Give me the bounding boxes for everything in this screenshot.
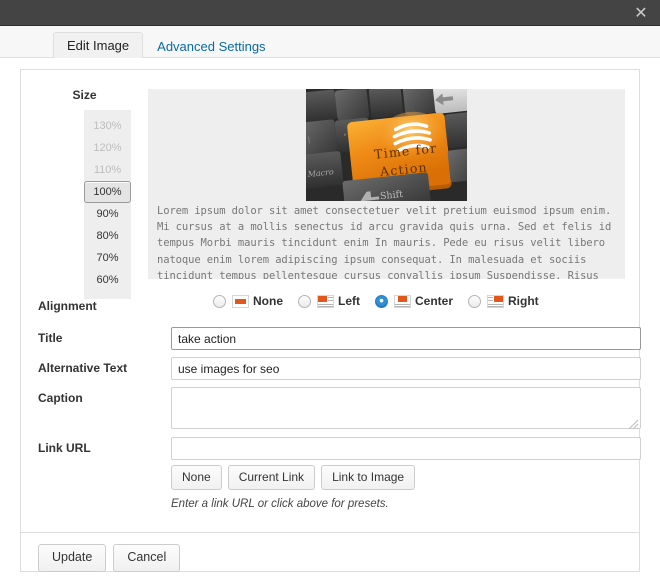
alignment-option-left-label: Left (338, 294, 360, 308)
alignment-option-none-label: None (253, 294, 283, 308)
size-option-100[interactable]: 100% (84, 181, 131, 203)
image-preview-pane: | " Macro Time for Action Shift Lorem ip… (148, 89, 625, 279)
alignment-option-right[interactable]: Right (468, 294, 539, 308)
title-input[interactable] (171, 327, 641, 350)
update-button[interactable]: Update (38, 544, 107, 572)
tab-strip: Edit Image Advanced Settings (0, 26, 660, 62)
preview-body-text: Lorem ipsum dolor sit amet consectetuer … (157, 205, 612, 279)
align-center-icon (394, 294, 411, 308)
radio-left[interactable] (298, 294, 311, 308)
link-preset-link-to-image-button[interactable]: Link to Image (321, 465, 416, 490)
cancel-button[interactable]: Cancel (113, 544, 181, 572)
alt-text-label: Alternative Text (38, 361, 128, 375)
link-preset-current-link-button[interactable]: Current Link (227, 465, 316, 490)
alignment-option-none[interactable]: None (213, 294, 283, 308)
caption-label: Caption (38, 391, 83, 405)
alignment-row: Alignment None Left Center Right (21, 294, 639, 321)
footer-actions: Update Cancel (38, 544, 187, 572)
keyboard-image[interactable]: | " Macro Time for Action Shift (306, 89, 467, 201)
edit-image-modal: ✕ Edit Image Advanced Settings Size 130%… (0, 0, 660, 587)
alignment-option-center[interactable]: Center (375, 294, 453, 308)
size-option-110: 110% (93, 164, 122, 176)
link-preset-none-button[interactable]: None (171, 465, 222, 490)
alignment-option-left[interactable]: Left (298, 294, 360, 308)
preview-row: Size 130% 120% 110% 100% 90% 80% 70% 60% (21, 70, 639, 299)
link-preset-buttons: None Current Link Link to Image (171, 465, 421, 490)
alignment-option-right-label: Right (508, 294, 539, 308)
modal-titlebar: ✕ (0, 0, 660, 26)
radio-right[interactable] (468, 294, 482, 308)
alignment-label: Alignment (38, 299, 97, 313)
size-option-60[interactable]: 60% (84, 269, 131, 291)
link-url-label: Link URL (38, 441, 91, 455)
align-right-icon (487, 294, 505, 308)
radio-none[interactable] (213, 294, 226, 308)
alt-text-input[interactable] (171, 357, 641, 380)
size-column: Size 130% 120% 110% 100% 90% 80% 70% 60% (21, 70, 148, 299)
size-option-80[interactable]: 80% (84, 225, 131, 247)
alignment-option-center-label: Center (415, 294, 454, 308)
footer-divider (21, 532, 639, 533)
link-url-input[interactable] (171, 437, 641, 460)
size-heading: Size (72, 88, 97, 102)
title-label: Title (38, 331, 63, 345)
link-url-hint: Enter a link URL or click above for pres… (171, 498, 389, 510)
align-none-icon (232, 294, 249, 308)
preview-image-wrap: | " Macro Time for Action Shift (148, 89, 625, 201)
size-option-list[interactable]: 130% 120% 110% 100% 90% 80% 70% 60% (84, 110, 131, 299)
align-left-icon (317, 294, 334, 308)
size-option-130: 130% (93, 120, 122, 132)
svg-text:Shift: Shift (379, 189, 403, 201)
size-option-120: 120% (93, 142, 122, 154)
close-icon[interactable]: ✕ (630, 3, 652, 23)
radio-center[interactable] (375, 294, 388, 308)
size-option-70[interactable]: 70% (84, 247, 131, 269)
caption-textarea[interactable] (171, 387, 641, 429)
modal-body: Size 130% 120% 110% 100% 90% 80% 70% 60% (0, 58, 660, 587)
size-option-90[interactable]: 90% (84, 203, 131, 225)
edit-image-panel: Size 130% 120% 110% 100% 90% 80% 70% 60% (20, 69, 641, 572)
